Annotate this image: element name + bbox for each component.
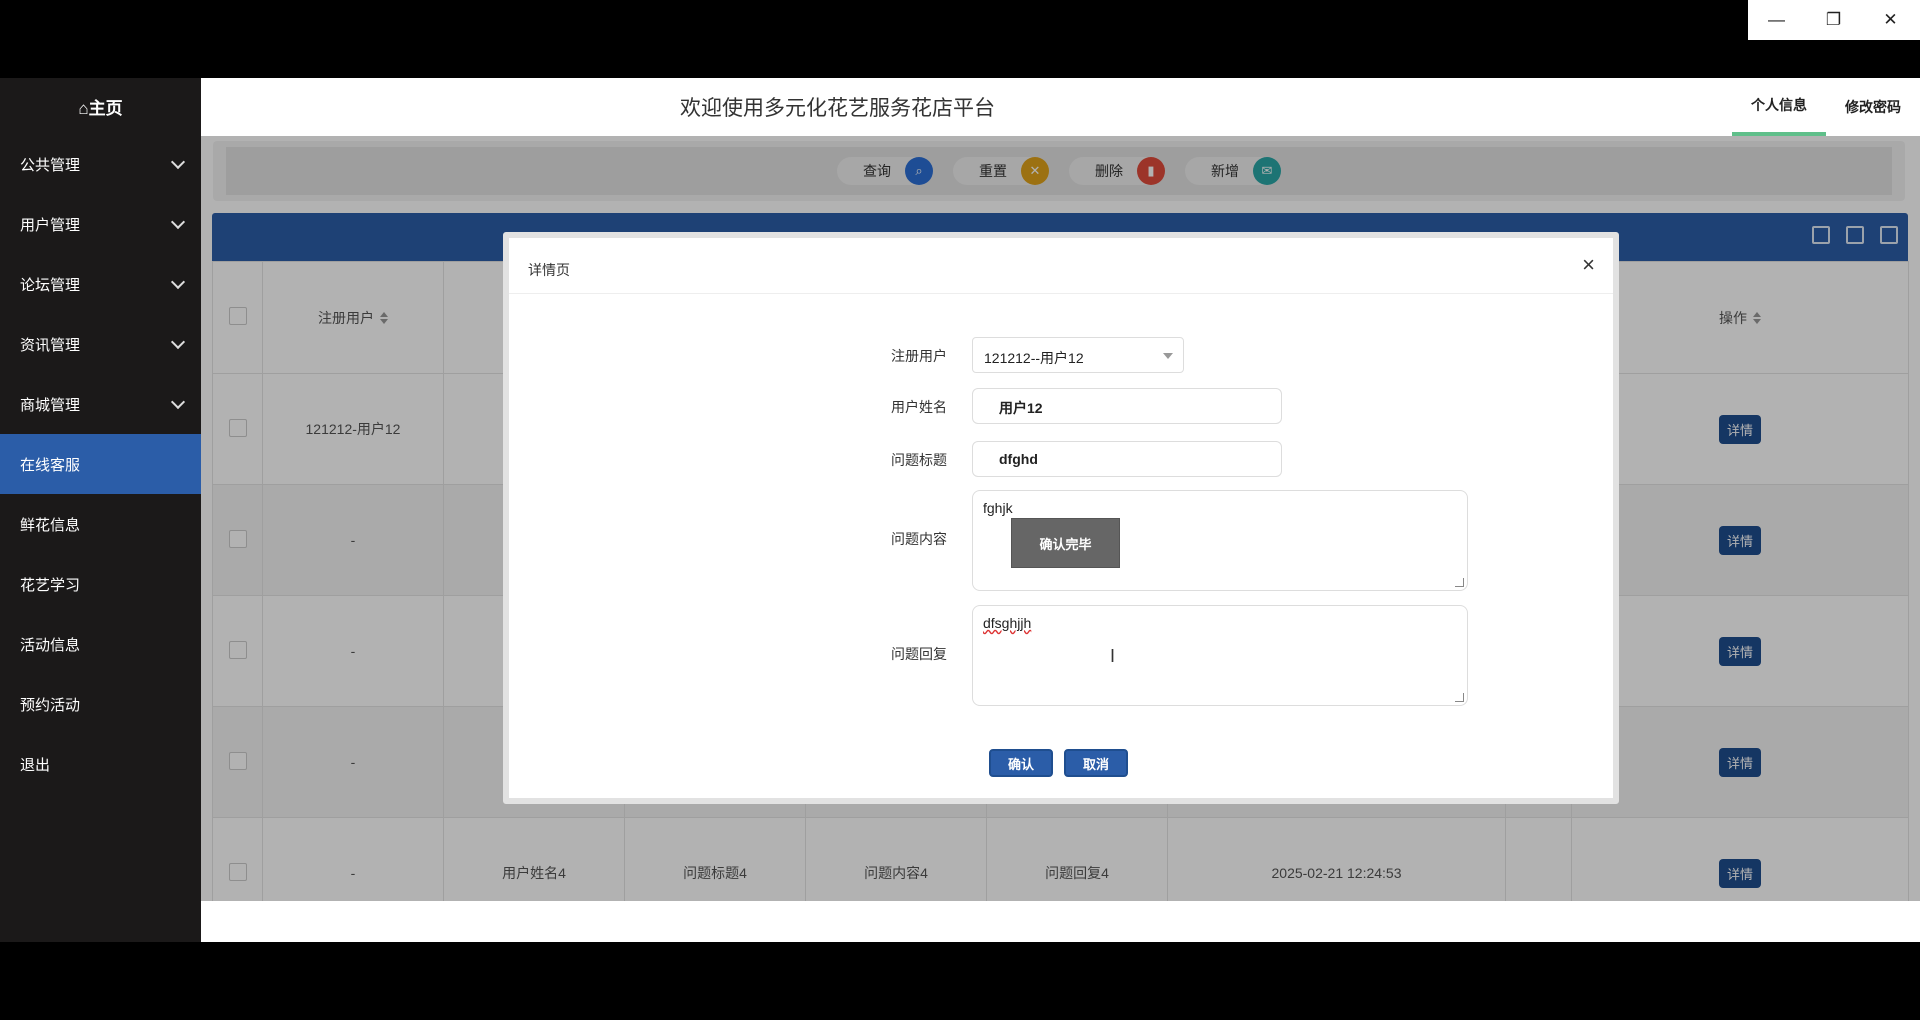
close-icon[interactable]: ×: [1582, 252, 1595, 278]
chevron-down-icon: [170, 274, 186, 290]
sidebar-item-label: 花艺学习: [20, 576, 81, 594]
top-header: 欢迎使用多元化花艺服务花店平台 个人信息 修改密码: [201, 78, 1920, 136]
sidebar-item-public[interactable]: 公共管理: [0, 134, 201, 194]
detail-dialog: 详情页 × 注册用户 121212--用户12 用户姓名 用户12 问题标题 d…: [503, 232, 1619, 804]
question-reply-textarea[interactable]: dfsghjjh: [972, 605, 1468, 706]
sidebar-item-label: 用户管理: [20, 216, 81, 234]
user-select-value: 121212--用户12: [984, 350, 1084, 366]
user-select[interactable]: 121212--用户12: [972, 337, 1184, 373]
sidebar-item-learning[interactable]: 花艺学习: [0, 554, 201, 614]
name-field[interactable]: 用户12: [972, 388, 1282, 424]
chevron-down-icon: [170, 394, 186, 410]
change-password-link[interactable]: 修改密码: [1826, 78, 1920, 136]
sidebar-item-forum[interactable]: 论坛管理: [0, 254, 201, 314]
sidebar-item-label: 资讯管理: [20, 336, 81, 354]
dialog-title: 详情页: [528, 262, 570, 278]
chevron-down-icon: [1163, 353, 1173, 359]
sidebar-item-flowers[interactable]: 鲜花信息: [0, 494, 201, 554]
sidebar: ⌂主页 公共管理 用户管理 论坛管理 资讯管理 商城管理 在线客服 鲜花信息 花…: [0, 78, 201, 942]
sidebar-item-logout[interactable]: 退出: [0, 734, 201, 794]
minimize-icon[interactable]: —: [1748, 0, 1805, 40]
title-label: 问题标题: [891, 452, 947, 468]
sidebar-item-shop[interactable]: 商城管理: [0, 374, 201, 434]
close-window-icon[interactable]: ✕: [1862, 0, 1919, 40]
content-label: 问题内容: [891, 531, 947, 547]
text-cursor-icon: I: [1110, 646, 1116, 666]
resize-handle[interactable]: [1455, 578, 1464, 587]
name-label: 用户姓名: [891, 399, 947, 415]
confirm-done-popup[interactable]: 确认完毕: [1011, 518, 1120, 568]
window-controls: — ❐ ✕: [1748, 0, 1920, 40]
sidebar-item-label: 在线客服: [20, 456, 81, 474]
confirm-button[interactable]: 确认: [989, 749, 1053, 777]
sidebar-item-label: 论坛管理: [20, 276, 81, 294]
chevron-down-icon: [170, 154, 186, 170]
sidebar-item-label: 预约活动: [20, 696, 81, 714]
sidebar-item-activities[interactable]: 活动信息: [0, 614, 201, 674]
sidebar-item-label: 鲜花信息: [20, 516, 81, 534]
sidebar-item-support[interactable]: 在线客服: [0, 434, 201, 494]
sidebar-item-label: 公共管理: [20, 156, 81, 174]
footer-bar: [201, 901, 1920, 942]
profile-link[interactable]: 个人信息: [1732, 78, 1826, 136]
sidebar-item-users[interactable]: 用户管理: [0, 194, 201, 254]
sidebar-item-news[interactable]: 资讯管理: [0, 314, 201, 374]
chevron-down-icon: [170, 214, 186, 230]
restore-icon[interactable]: ❐: [1805, 0, 1862, 40]
sidebar-item-label: 商城管理: [20, 396, 81, 414]
page-title: 欢迎使用多元化花艺服务花店平台: [680, 97, 995, 120]
user-label: 注册用户: [891, 348, 947, 364]
sidebar-item-label: 活动信息: [20, 636, 81, 654]
chevron-down-icon: [170, 334, 186, 350]
resize-handle[interactable]: [1455, 693, 1464, 702]
question-title-field[interactable]: dfghd: [972, 441, 1282, 477]
sidebar-item-label: 退出: [20, 756, 51, 774]
sidebar-home[interactable]: ⌂主页: [0, 78, 201, 134]
cancel-button[interactable]: 取消: [1064, 749, 1128, 777]
reply-label: 问题回复: [891, 646, 947, 662]
sidebar-item-reservations[interactable]: 预约活动: [0, 674, 201, 734]
